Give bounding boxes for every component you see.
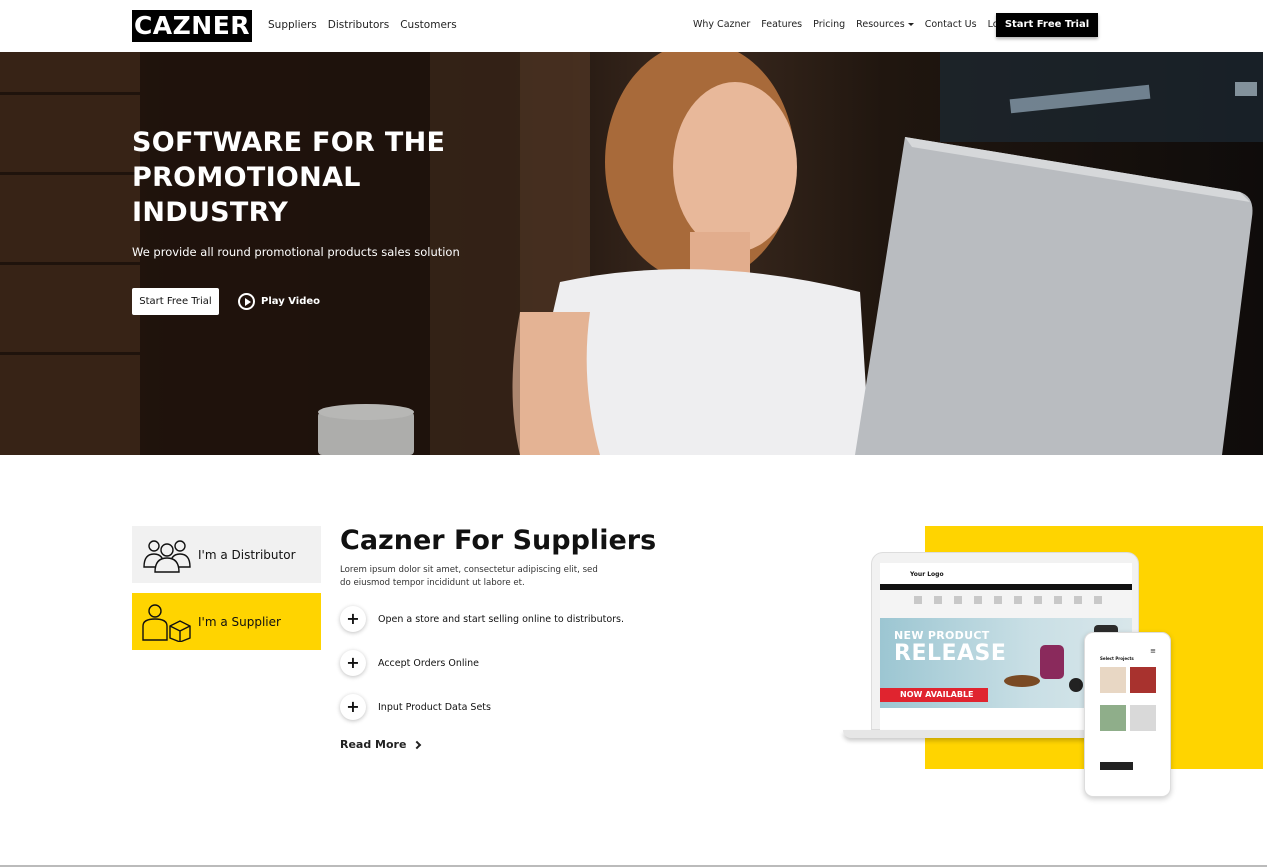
read-more-link[interactable]: Read More — [340, 738, 422, 751]
supplier-box-icon — [142, 603, 191, 642]
read-more-label: Read More — [340, 738, 407, 751]
play-icon — [238, 293, 255, 310]
feature-label: Accept Orders Online — [378, 657, 480, 669]
resources-label: Resources — [856, 19, 905, 30]
cazner-logo[interactable]: CAZNER — [132, 10, 252, 42]
hamburger-icon: ≡ — [1150, 647, 1156, 655]
play-video-label: Play Video — [261, 296, 320, 307]
feature-item[interactable]: + Input Product Data Sets — [340, 694, 491, 720]
feature-item[interactable]: + Accept Orders Online — [340, 650, 479, 676]
phone-thumb — [1100, 705, 1126, 731]
hero-banner: SOFTWARE FOR THE PROMOTIONAL INDUSTRY We… — [0, 52, 1263, 455]
nav-link-customers[interactable]: Customers — [400, 19, 456, 31]
phone-thumb — [1100, 667, 1126, 693]
distributor-role-card[interactable]: I'm a Distributor — [132, 526, 321, 583]
supplier-role-label: I'm a Supplier — [198, 614, 281, 629]
nav-link-contact[interactable]: Contact Us — [925, 19, 977, 30]
hero-subtitle: We provide all round promotional product… — [132, 245, 460, 259]
section-title: Cazner For Suppliers — [340, 525, 657, 556]
supplier-role-card[interactable]: I'm a Supplier — [132, 593, 321, 650]
plus-icon: + — [340, 650, 366, 676]
secondary-nav: Why Cazner Features Pricing Resources Co… — [693, 19, 1013, 30]
plus-icon: + — [340, 694, 366, 720]
phone-title: Select Projects — [1100, 656, 1134, 661]
phone-thumb — [1130, 705, 1156, 731]
nav-link-distributors[interactable]: Distributors — [328, 19, 389, 31]
banner-main-text: RELEASE — [894, 641, 1007, 666]
banner-cta: NOW AVAILABLE — [880, 688, 988, 702]
start-trial-hero-button[interactable]: Start Free Trial — [132, 288, 219, 315]
nav-link-why-cazner[interactable]: Why Cazner — [693, 19, 750, 30]
caret-down-icon — [907, 23, 914, 26]
feature-item[interactable]: + Open a store and start selling online … — [340, 606, 624, 632]
plus-icon: + — [340, 606, 366, 632]
chevron-right-icon — [413, 740, 422, 749]
nav-link-resources[interactable]: Resources — [856, 19, 914, 30]
section-description: Lorem ipsum dolor sit amet, consectetur … — [340, 565, 598, 588]
feature-label: Input Product Data Sets — [378, 701, 491, 713]
nav-link-features[interactable]: Features — [761, 19, 802, 30]
distributor-role-label: I'm a Distributor — [198, 547, 296, 562]
top-navbar: CAZNER Suppliers Distributors Customers … — [0, 0, 1267, 52]
group-icon — [143, 539, 191, 573]
hero-title: SOFTWARE FOR THE PROMOTIONAL INDUSTRY — [132, 127, 446, 228]
phone-mockup: ≡ Select Projects — [1084, 632, 1171, 797]
primary-nav: Suppliers Distributors Customers — [268, 19, 457, 31]
feature-label: Open a store and start selling online to… — [378, 613, 625, 625]
nav-link-suppliers[interactable]: Suppliers — [268, 19, 317, 31]
phone-thumb — [1130, 667, 1156, 693]
nav-link-pricing[interactable]: Pricing — [813, 19, 845, 30]
play-video-link[interactable]: Play Video — [238, 293, 320, 310]
start-trial-nav-button[interactable]: Start Free Trial — [996, 13, 1098, 37]
phone-button — [1100, 762, 1133, 770]
